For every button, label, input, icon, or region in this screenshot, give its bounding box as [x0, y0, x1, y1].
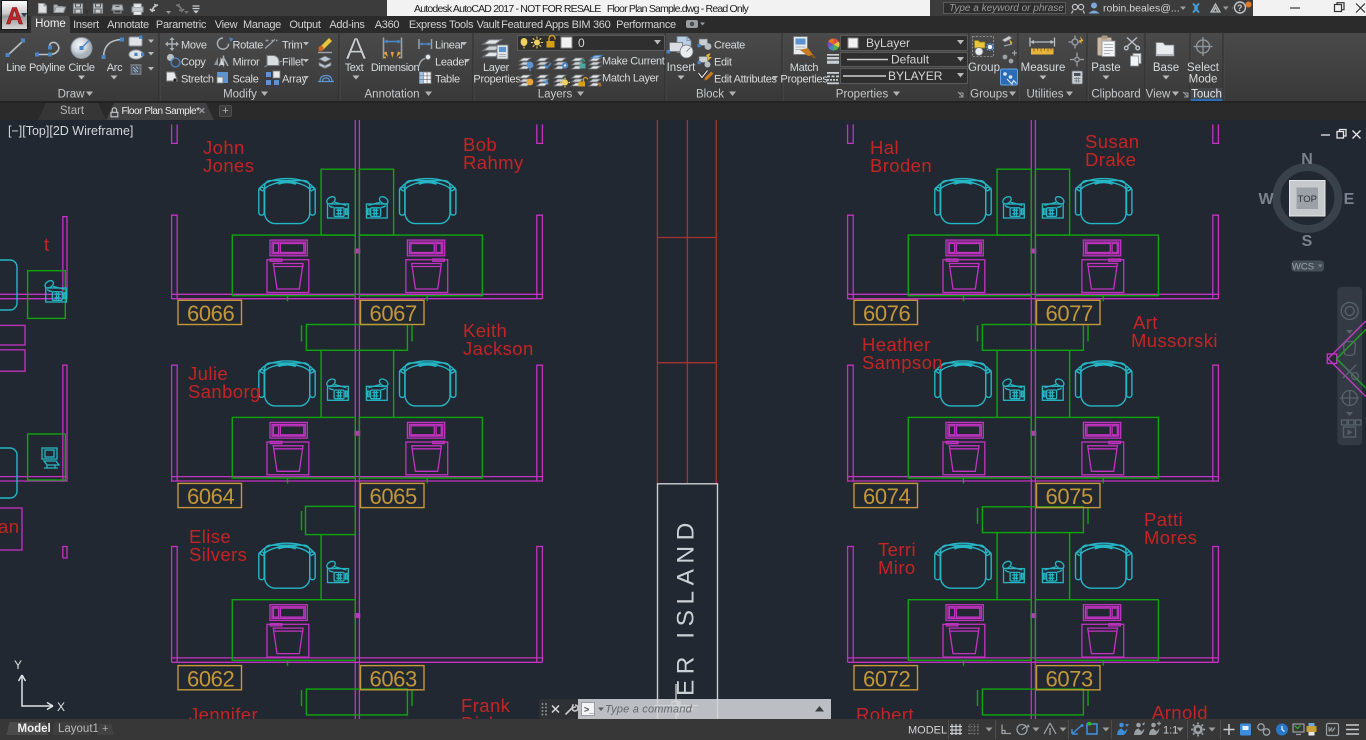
svg-text:Touch: Touch: [1191, 89, 1222, 101]
svg-text:Group: Group: [968, 62, 1000, 74]
svg-text:Arc: Arc: [107, 62, 123, 74]
svg-text:6073: 6073: [1046, 666, 1094, 691]
svg-text:Create: Create: [714, 40, 745, 52]
svg-text:View: View: [1146, 89, 1171, 101]
svg-text:Layout1: Layout1: [58, 723, 99, 735]
svg-text:Jones: Jones: [203, 155, 254, 176]
svg-text:Groups: Groups: [970, 89, 1008, 101]
svg-text:Properties: Properties: [836, 89, 889, 101]
svg-text:Miro: Miro: [878, 557, 916, 578]
svg-text:Measure: Measure: [1021, 62, 1066, 74]
svg-text:+: +: [102, 723, 108, 735]
svg-text:Jennifer: Jennifer: [189, 704, 258, 719]
svg-text:Properties: Properties: [780, 74, 828, 86]
svg-text:N: N: [1301, 151, 1313, 168]
svg-text:Line: Line: [6, 62, 26, 74]
svg-text:Edit: Edit: [714, 57, 732, 69]
svg-text:Mores: Mores: [1144, 527, 1197, 548]
svg-text:Mirror: Mirror: [233, 57, 261, 69]
svg-text:Trim: Trim: [282, 40, 303, 52]
svg-text:Match: Match: [790, 62, 819, 74]
svg-text:6064: 6064: [187, 484, 235, 509]
svg-text:Move: Move: [181, 40, 207, 52]
svg-text:Modify: Modify: [223, 89, 257, 101]
svg-text:1:1: 1:1: [1163, 725, 1178, 737]
svg-text:robin.beales@...: robin.beales@...: [1103, 3, 1180, 15]
svg-text:6063: 6063: [370, 666, 418, 691]
svg-text:t: t: [44, 234, 50, 255]
svg-text:Sampson: Sampson: [862, 352, 943, 373]
svg-text:6066: 6066: [187, 301, 235, 326]
svg-text:Insert: Insert: [667, 62, 697, 74]
svg-text:Model: Model: [18, 723, 51, 735]
svg-text:Text: Text: [345, 62, 364, 74]
svg-text:Drake: Drake: [1085, 149, 1136, 170]
svg-text:Sanborg: Sanborg: [188, 381, 261, 402]
svg-text:>_: >_: [584, 705, 595, 715]
svg-text:Layers: Layers: [538, 89, 573, 101]
svg-text:Linear: Linear: [435, 40, 464, 52]
svg-text:Default: Default: [891, 53, 930, 67]
svg-text:Robert: Robert: [856, 704, 914, 719]
svg-text:Arnold: Arnold: [1152, 702, 1208, 719]
svg-text:BYLAYER: BYLAYER: [888, 69, 943, 83]
svg-text:Block: Block: [696, 89, 724, 101]
svg-text:Broden: Broden: [870, 155, 932, 176]
svg-text:Make Current: Make Current: [602, 56, 665, 68]
svg-text:Edit Attributes: Edit Attributes: [714, 74, 777, 86]
svg-text:Utilities: Utilities: [1026, 89, 1063, 101]
svg-text:6062: 6062: [187, 666, 235, 691]
svg-text:Rahmy: Rahmy: [463, 152, 524, 173]
svg-text:Select: Select: [1187, 62, 1220, 74]
svg-text:Stretch: Stretch: [181, 74, 214, 86]
svg-text:Y: Y: [14, 658, 22, 672]
svg-text:?: ?: [1237, 3, 1243, 13]
svg-text:Base: Base: [1153, 62, 1179, 74]
svg-text:TOP: TOP: [1298, 194, 1317, 205]
svg-text:Fillet: Fillet: [282, 57, 304, 69]
svg-text:6077: 6077: [1046, 301, 1094, 326]
svg-text:Type a command: Type a command: [605, 704, 693, 716]
svg-text:MODEL: MODEL: [908, 725, 947, 737]
svg-text:Circle: Circle: [68, 62, 94, 74]
svg-text:Match Layer: Match Layer: [602, 73, 659, 85]
svg-text:W: W: [1258, 191, 1274, 208]
svg-text:Annotation: Annotation: [365, 89, 420, 101]
svg-text:Properties: Properties: [473, 74, 521, 86]
svg-text:Polyline: Polyline: [29, 62, 65, 74]
svg-text:6067: 6067: [370, 301, 418, 326]
svg-text:Mode: Mode: [1189, 74, 1218, 86]
svg-text:Layer: Layer: [483, 62, 510, 74]
svg-text:Clipboard: Clipboard: [1091, 89, 1140, 101]
svg-text:Silvers: Silvers: [189, 544, 247, 565]
svg-text:an: an: [0, 516, 19, 537]
svg-text:6075: 6075: [1046, 484, 1094, 509]
svg-text:Leader: Leader: [435, 57, 468, 69]
svg-text:Array: Array: [282, 74, 308, 86]
svg-text:Table: Table: [435, 74, 460, 86]
svg-text:[−][Top][2D Wireframe]: [−][Top][2D Wireframe]: [8, 124, 133, 138]
svg-text:6074: 6074: [863, 484, 911, 509]
svg-text:X: X: [57, 700, 65, 714]
svg-text:6065: 6065: [370, 484, 418, 509]
svg-text:Copy: Copy: [181, 57, 206, 69]
svg-text:S: S: [1302, 233, 1313, 250]
svg-text:Draw: Draw: [58, 89, 86, 101]
svg-text:6076: 6076: [863, 301, 911, 326]
svg-text:Jackson: Jackson: [463, 338, 534, 359]
svg-text:ByLayer: ByLayer: [866, 36, 910, 50]
svg-text:WCS: WCS: [1292, 262, 1314, 273]
svg-text:Paste: Paste: [1091, 62, 1120, 74]
svg-text:E: E: [1344, 191, 1355, 208]
svg-text:6072: 6072: [863, 666, 911, 691]
svg-text:Rotate: Rotate: [233, 40, 264, 52]
svg-text:0: 0: [578, 36, 585, 50]
svg-text:Mussorski: Mussorski: [1131, 330, 1218, 351]
svg-text:Scale: Scale: [233, 74, 259, 86]
svg-text:Dimension: Dimension: [371, 62, 420, 74]
